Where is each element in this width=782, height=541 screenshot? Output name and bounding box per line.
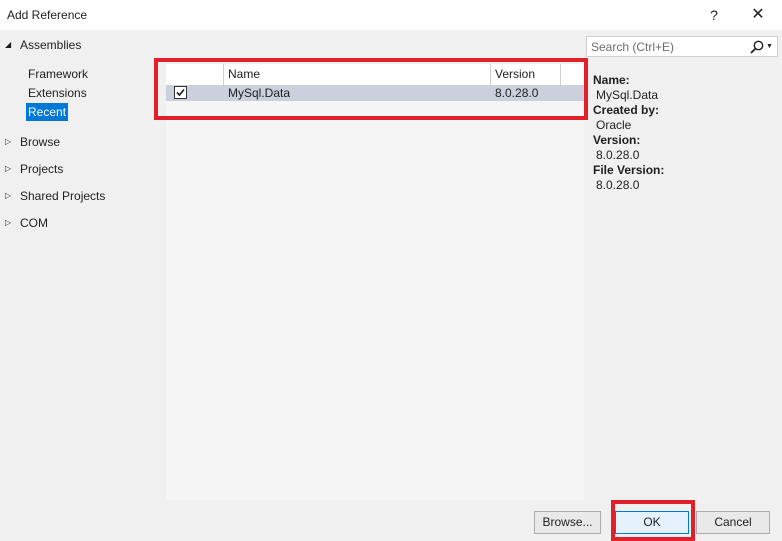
detail-created-by-label: Created by:: [593, 103, 660, 117]
search-icon[interactable]: [749, 39, 765, 55]
detail-version-value: 8.0.28.0: [596, 148, 640, 162]
ok-button[interactable]: OK: [615, 511, 689, 534]
table-row[interactable]: MySql.Data 8.0.28.0: [166, 85, 584, 101]
help-button[interactable]: ?: [701, 5, 727, 25]
column-header-check[interactable]: [166, 64, 222, 85]
detail-file-version-label: File Version:: [593, 163, 665, 177]
collapsed-triangle-icon[interactable]: ▷: [5, 186, 15, 206]
collapsed-triangle-icon[interactable]: ▷: [5, 213, 15, 233]
nav-item-framework[interactable]: Framework: [26, 65, 90, 83]
collapsed-triangle-icon[interactable]: ▷: [5, 159, 15, 179]
search-box[interactable]: ▼: [586, 36, 778, 57]
row-name: MySql.Data: [228, 86, 291, 100]
reference-list: Name Version MySql.Data 8.0.28.0: [166, 64, 584, 500]
details-panel: Name: MySql.Data Created by: Oracle Vers…: [593, 73, 778, 193]
column-header-spacer: [560, 64, 584, 85]
column-header-name[interactable]: Name: [223, 64, 490, 85]
detail-name-label: Name:: [593, 73, 630, 87]
collapsed-triangle-icon[interactable]: ▷: [5, 132, 15, 152]
window-title: Add Reference: [7, 8, 88, 22]
reference-checkbox[interactable]: [174, 86, 187, 99]
title-bar: Add Reference ? ✕: [0, 0, 782, 30]
detail-file-version-value: 8.0.28.0: [596, 178, 640, 192]
column-header-version[interactable]: Version: [490, 64, 560, 85]
nav-assemblies-label: Assemblies: [20, 38, 82, 52]
list-header: Name Version: [166, 64, 584, 86]
detail-version-label: Version:: [593, 133, 641, 147]
nav-projects-label: Projects: [20, 162, 64, 176]
chevron-down-icon[interactable]: ▼: [766, 39, 776, 55]
browse-button[interactable]: Browse...: [534, 511, 601, 534]
detail-name-value: MySql.Data: [596, 88, 659, 102]
nav-item-recent[interactable]: Recent: [26, 103, 69, 121]
nav-browse-label: Browse: [20, 135, 61, 149]
search-input[interactable]: [589, 38, 743, 55]
nav-item-extensions[interactable]: Extensions: [26, 84, 89, 102]
checkmark-icon: [176, 88, 185, 97]
row-version: 8.0.28.0: [495, 86, 539, 100]
nav-shared-projects-label: Shared Projects: [20, 189, 106, 203]
close-button[interactable]: ✕: [745, 5, 771, 25]
expanded-triangle-icon[interactable]: ◢: [5, 35, 15, 55]
cancel-button[interactable]: Cancel: [696, 511, 770, 534]
reference-manager-nav: ◢ Assemblies Framework Extensions Recent…: [0, 30, 166, 500]
nav-com-label: COM: [20, 216, 48, 230]
detail-created-by-value: Oracle: [596, 118, 632, 132]
